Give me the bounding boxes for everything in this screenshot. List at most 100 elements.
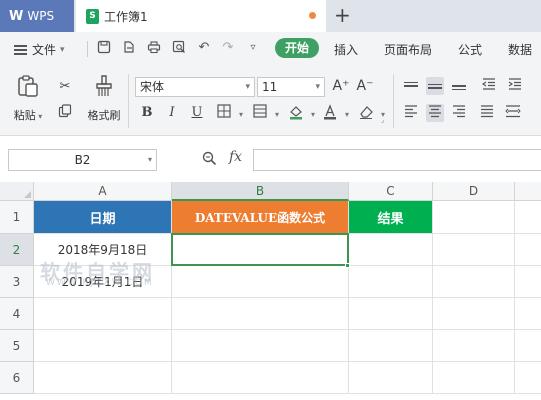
decrease-font-size-icon[interactable]: A⁻ [356, 77, 374, 95]
file-menu-button[interactable]: 文件 ▾ [14, 41, 65, 58]
cell-e1[interactable] [515, 201, 541, 234]
cell-a1[interactable]: 日期 [34, 201, 172, 234]
cell-c6[interactable] [349, 362, 433, 394]
cell-c5[interactable] [349, 330, 433, 362]
cell-e5[interactable] [515, 330, 541, 362]
align-center-icon[interactable] [426, 104, 444, 122]
align-right-icon[interactable] [450, 104, 468, 122]
cell-c3[interactable] [349, 266, 433, 298]
cell-c1[interactable]: 结果 [349, 201, 433, 234]
tab-data[interactable]: 数据 [508, 41, 532, 58]
cell-d6[interactable] [433, 362, 515, 394]
cell-c2[interactable] [349, 234, 433, 266]
chevron-down-icon[interactable]: ▾ [304, 106, 322, 124]
row-header-5[interactable]: 5 [0, 330, 34, 362]
font-size-select[interactable]: 11 ▾ [257, 77, 325, 97]
bold-icon[interactable]: B [138, 104, 156, 122]
more-quick-actions-icon[interactable]: ▿ [245, 40, 261, 56]
cell-b1[interactable]: DATEVALUE函数公式 [172, 201, 349, 234]
cell-b5[interactable] [172, 330, 349, 362]
clear-format-icon[interactable] [357, 104, 375, 122]
fill-handle[interactable] [345, 263, 350, 268]
column-header-a[interactable]: A [34, 182, 172, 201]
justify-icon[interactable] [478, 104, 496, 122]
redo-icon[interactable]: ↷ [220, 40, 236, 56]
italic-icon[interactable]: I [163, 104, 181, 122]
font-dialog-launcher-icon[interactable]: ⌟ [381, 116, 384, 124]
tab-insert[interactable]: 插入 [334, 41, 358, 58]
decrease-indent-icon[interactable] [480, 77, 498, 95]
align-top-icon[interactable] [402, 77, 420, 95]
cell-a2[interactable]: 2018年9月18日 [34, 234, 172, 266]
name-box[interactable]: B2 ▾ [8, 149, 157, 171]
ribbon-toolbar: 粘贴 ▾ ✂ 格式刷 宋体 ▾ 11 ▾ A⁺ A⁻ B I U ▾ ▾ ▾ ▾… [0, 66, 541, 136]
column-header-d[interactable]: D [433, 182, 515, 201]
menu-bar: 文件 ▾ ↶ ↷ ▿ 开始 插入 页面布局 公式 数据 [0, 32, 541, 66]
menu-divider [87, 41, 88, 57]
font-name-select[interactable]: 宋体 ▾ [135, 77, 255, 97]
column-header-b[interactable]: B [172, 182, 349, 201]
row-header-1[interactable]: 1 [0, 201, 34, 234]
cell-e4[interactable] [515, 298, 541, 330]
underline-icon[interactable]: U [188, 104, 206, 122]
cell-c4[interactable] [349, 298, 433, 330]
spreadsheet-icon: S [86, 8, 99, 24]
file-menu-label: 文件 [32, 43, 57, 57]
cell-e3[interactable] [515, 266, 541, 298]
add-tab-button[interactable]: + [334, 4, 351, 26]
chevron-down-icon: ▾ [147, 155, 152, 164]
cell-d1[interactable] [433, 201, 515, 234]
align-bottom-icon[interactable] [450, 77, 468, 95]
undo-icon[interactable]: ↶ [196, 40, 212, 56]
align-middle-icon[interactable] [426, 77, 444, 95]
print-icon[interactable] [146, 40, 162, 56]
cell-d5[interactable] [433, 330, 515, 362]
increase-indent-icon[interactable] [506, 77, 524, 95]
cell-b4[interactable] [172, 298, 349, 330]
align-left-icon[interactable] [402, 104, 420, 122]
cut-icon[interactable]: ✂ [56, 78, 74, 96]
chevron-down-icon[interactable]: ▾ [338, 106, 356, 124]
row-header-4[interactable]: 4 [0, 298, 34, 330]
chevron-down-icon[interactable]: ▾ [232, 106, 250, 124]
insert-function-icon[interactable]: fx [229, 149, 242, 165]
print-preview-icon[interactable] [171, 40, 187, 56]
cell-a6[interactable] [34, 362, 172, 394]
increase-font-size-icon[interactable]: A⁺ [332, 77, 350, 95]
cell-b6[interactable] [172, 362, 349, 394]
cell-e6[interactable] [515, 362, 541, 394]
cell-b3[interactable] [172, 266, 349, 298]
fill-pattern-icon[interactable] [251, 104, 269, 122]
copy-icon[interactable] [56, 104, 74, 122]
save-icon[interactable] [96, 40, 112, 56]
row-header-2[interactable]: 2 [0, 234, 34, 266]
font-color-icon[interactable] [321, 104, 339, 122]
tab-formula[interactable]: 公式 [458, 41, 482, 58]
borders-icon[interactable] [215, 104, 233, 122]
cell-a4[interactable] [34, 298, 172, 330]
zoom-formula-icon[interactable] [202, 151, 217, 170]
active-cell-outline [171, 233, 349, 266]
paste-button[interactable]: 粘贴 ▾ [12, 74, 44, 123]
format-painter-button[interactable]: 格式刷 [84, 74, 124, 123]
cell-a5[interactable] [34, 330, 172, 362]
cell-e2[interactable] [515, 234, 541, 266]
cell-d3[interactable] [433, 266, 515, 298]
tab-start[interactable]: 开始 [275, 38, 319, 58]
tab-document[interactable]: S 工作簿1 [76, 0, 326, 32]
tab-page-layout[interactable]: 页面布局 [384, 41, 432, 58]
select-all-corner[interactable] [0, 182, 34, 201]
wps-logo-icon: W [9, 8, 24, 24]
formula-input[interactable] [253, 149, 541, 171]
cell-d2[interactable] [433, 234, 515, 266]
distributed-align-icon[interactable] [504, 104, 522, 122]
chevron-down-icon[interactable]: ▾ [268, 106, 286, 124]
tab-wps-home[interactable]: W WPS [0, 0, 74, 32]
cell-d4[interactable] [433, 298, 515, 330]
export-icon[interactable] [121, 40, 137, 56]
fill-color-icon[interactable] [287, 104, 305, 122]
column-header-e[interactable] [515, 182, 541, 201]
column-header-c[interactable]: C [349, 182, 433, 201]
row-header-3[interactable]: 3 [0, 266, 34, 298]
row-header-6[interactable]: 6 [0, 362, 34, 394]
